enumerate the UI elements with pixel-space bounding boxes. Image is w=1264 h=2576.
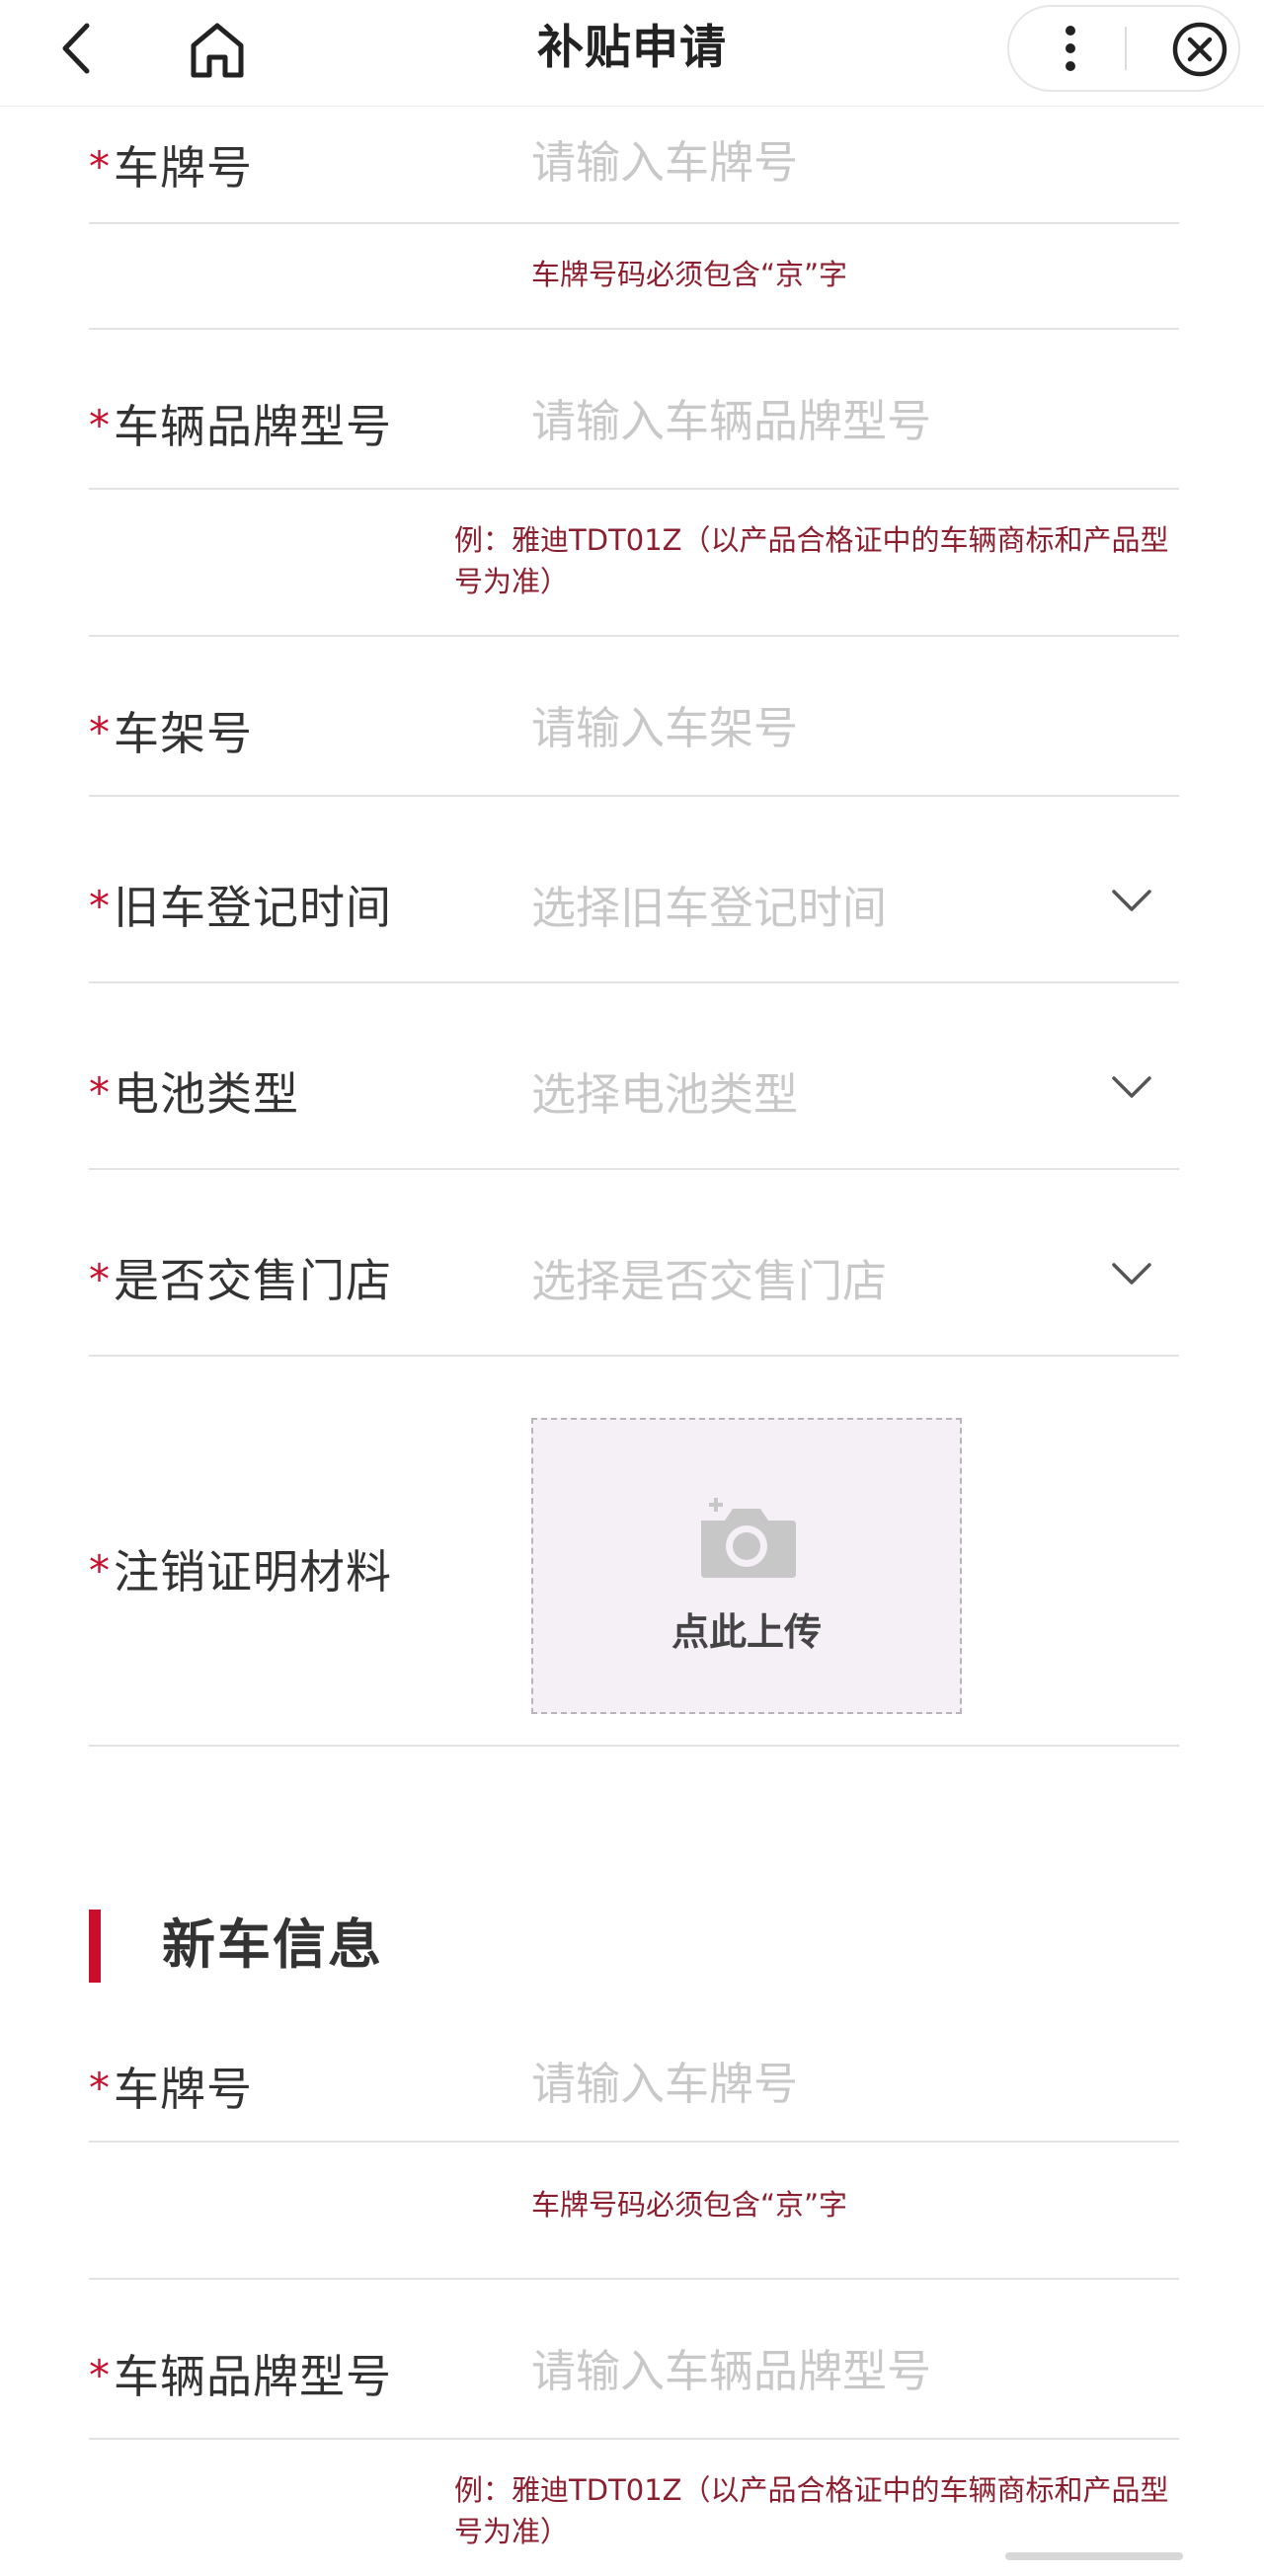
old-frame-no-input[interactable]: [531, 698, 1124, 757]
old-brand-model-hint: 例：雅迪TDT01Z（以产品合格证中的车辆商标和产品型号为准）: [454, 523, 1169, 598]
old-frame-no-label-text: 车架号: [114, 707, 253, 760]
mini-program-capsule: [1007, 5, 1240, 92]
top-navigation-bar: 补贴申请: [0, 0, 1264, 107]
required-mark: *: [89, 1068, 111, 1117]
old-register-time-label-text: 旧车登记时间: [114, 881, 392, 934]
more-vertical-icon: [1066, 26, 1075, 71]
old-car-form: *车牌号 车牌号码必须包含“京”字 *车辆品牌型号 例：雅迪TDT01Z（以产品…: [89, 107, 1179, 1747]
new-brand-model-input[interactable]: [531, 2341, 1124, 2400]
old-plate-label-text: 车牌号: [114, 141, 253, 195]
old-plate-hint: 车牌号码必须包含“京”字: [531, 258, 848, 291]
required-mark: *: [89, 708, 111, 756]
old-sold-to-store-label-text: 是否交售门店: [114, 1254, 392, 1307]
section-title: 新车信息: [162, 1913, 383, 1976]
old-battery-type-select[interactable]: 选择电池类型: [531, 1058, 798, 1123]
chevron-down-icon[interactable]: [1110, 888, 1153, 915]
required-mark: *: [89, 2351, 111, 2399]
new-brand-model-hint: 例：雅迪TDT01Z（以产品合格证中的车辆商标和产品型号为准）: [454, 2473, 1169, 2548]
new-plate-row: *车牌号: [89, 1983, 1179, 2143]
old-brand-model-row: *车辆品牌型号: [89, 330, 1179, 490]
old-register-time-row[interactable]: *旧车登记时间 选择旧车登记时间: [89, 797, 1179, 983]
old-register-time-label: *旧车登记时间: [89, 872, 392, 937]
old-plate-input[interactable]: [531, 132, 1124, 192]
required-mark: *: [89, 401, 111, 449]
old-plate-hint-row: 车牌号码必须包含“京”字: [89, 224, 1179, 330]
upload-label: 点此上传: [671, 1610, 822, 1654]
new-car-section-header: 新车信息: [89, 1908, 879, 1983]
new-plate-hint: 车牌号码必须包含“京”字: [531, 2188, 848, 2222]
new-plate-label-text: 车牌号: [114, 2063, 253, 2116]
old-sold-to-store-row[interactable]: *是否交售门店 选择是否交售门店: [89, 1170, 1179, 1357]
required-mark: *: [89, 1546, 111, 1595]
chevron-down-icon[interactable]: [1110, 1074, 1153, 1102]
new-brand-model-label: *车辆品牌型号: [89, 2341, 392, 2406]
new-plate-hint-row: 车牌号码必须包含“京”字: [89, 2143, 1179, 2280]
old-cancel-proof-label-text: 注销证明材料: [114, 1545, 392, 1599]
new-brand-model-row: *车辆品牌型号: [89, 2280, 1179, 2440]
home-indicator: [1005, 2552, 1183, 2560]
chevron-down-icon[interactable]: [1110, 1261, 1153, 1288]
new-brand-model-label-text: 车辆品牌型号: [114, 2350, 392, 2403]
old-frame-no-label: *车架号: [89, 698, 253, 763]
section-accent-bar: [89, 1910, 101, 1983]
new-plate-label: *车牌号: [89, 2054, 253, 2119]
new-car-form: *车牌号 车牌号码必须包含“京”字 *车辆品牌型号 例：雅迪TDT01Z（以产品…: [89, 1983, 1179, 2558]
more-button[interactable]: [1009, 7, 1126, 90]
required-mark: *: [89, 142, 111, 191]
old-plate-label: *车牌号: [89, 132, 253, 197]
old-register-time-select[interactable]: 选择旧车登记时间: [531, 872, 887, 936]
old-battery-type-label-text: 电池类型: [114, 1067, 299, 1121]
old-brand-model-input[interactable]: [531, 391, 1124, 450]
new-brand-model-hint-row: 例：雅迪TDT01Z（以产品合格证中的车辆商标和产品型号为准）: [89, 2440, 1179, 2558]
required-mark: *: [89, 2064, 111, 2112]
close-circle-icon: [1172, 22, 1227, 77]
required-mark: *: [89, 1255, 111, 1303]
upload-button[interactable]: 点此上传: [531, 1418, 962, 1714]
required-mark: *: [89, 882, 111, 930]
old-sold-to-store-select[interactable]: 选择是否交售门店: [531, 1245, 887, 1309]
close-button[interactable]: [1126, 7, 1238, 90]
old-sold-to-store-label: *是否交售门店: [89, 1245, 392, 1310]
old-cancel-proof-row: *注销证明材料 点此上传: [89, 1357, 1179, 1747]
old-battery-type-label: *电池类型: [89, 1058, 299, 1124]
old-frame-no-row: *车架号: [89, 637, 1179, 797]
camera-plus-icon: [701, 1498, 796, 1578]
new-plate-input[interactable]: [531, 2054, 1124, 2113]
old-brand-model-label: *车辆品牌型号: [89, 391, 392, 456]
old-brand-model-label-text: 车辆品牌型号: [114, 400, 392, 453]
old-plate-row: *车牌号: [89, 107, 1179, 224]
old-cancel-proof-label: *注销证明材料: [89, 1536, 392, 1601]
old-battery-type-row[interactable]: *电池类型 选择电池类型: [89, 983, 1179, 1170]
old-brand-model-hint-row: 例：雅迪TDT01Z（以产品合格证中的车辆商标和产品型号为准）: [89, 490, 1179, 637]
